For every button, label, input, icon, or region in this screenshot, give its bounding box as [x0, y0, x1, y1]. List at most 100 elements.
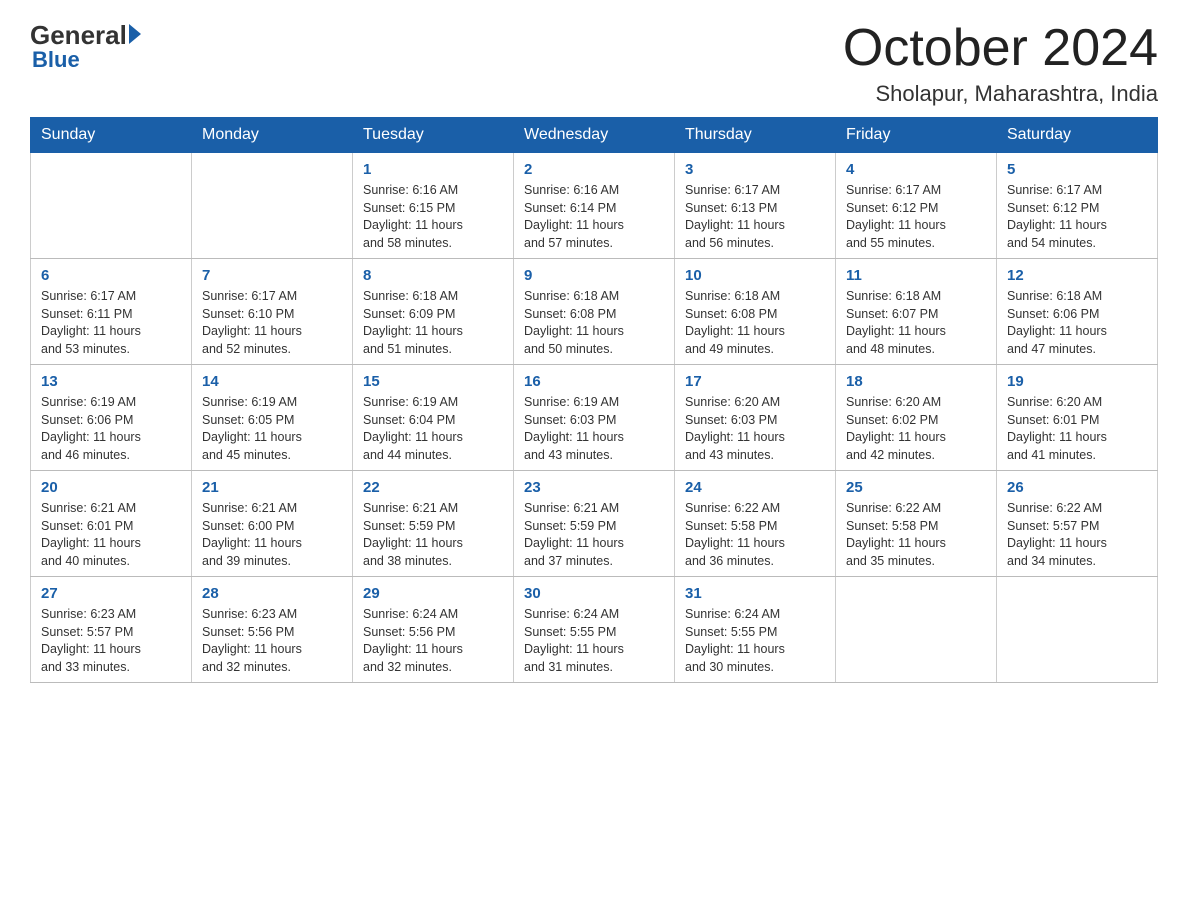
- day-info: Sunrise: 6:22 AMSunset: 5:58 PMDaylight:…: [685, 500, 825, 570]
- table-row: 6Sunrise: 6:17 AMSunset: 6:11 PMDaylight…: [31, 259, 192, 365]
- table-row: 21Sunrise: 6:21 AMSunset: 6:00 PMDayligh…: [192, 471, 353, 577]
- header-sunday: Sunday: [31, 118, 192, 153]
- day-number: 30: [524, 583, 664, 604]
- day-info: Sunrise: 6:24 AMSunset: 5:56 PMDaylight:…: [363, 606, 503, 676]
- table-row: 10Sunrise: 6:18 AMSunset: 6:08 PMDayligh…: [675, 259, 836, 365]
- table-row: 19Sunrise: 6:20 AMSunset: 6:01 PMDayligh…: [997, 365, 1158, 471]
- header-thursday: Thursday: [675, 118, 836, 153]
- day-info: Sunrise: 6:17 AMSunset: 6:10 PMDaylight:…: [202, 288, 342, 358]
- table-row: 24Sunrise: 6:22 AMSunset: 5:58 PMDayligh…: [675, 471, 836, 577]
- table-row: 7Sunrise: 6:17 AMSunset: 6:10 PMDaylight…: [192, 259, 353, 365]
- day-number: 28: [202, 583, 342, 604]
- calendar-header-row: Sunday Monday Tuesday Wednesday Thursday…: [31, 118, 1158, 153]
- table-row: 9Sunrise: 6:18 AMSunset: 6:08 PMDaylight…: [514, 259, 675, 365]
- day-number: 31: [685, 583, 825, 604]
- table-row: 16Sunrise: 6:19 AMSunset: 6:03 PMDayligh…: [514, 365, 675, 471]
- header-friday: Friday: [836, 118, 997, 153]
- table-row: 18Sunrise: 6:20 AMSunset: 6:02 PMDayligh…: [836, 365, 997, 471]
- table-row: 23Sunrise: 6:21 AMSunset: 5:59 PMDayligh…: [514, 471, 675, 577]
- calendar-week-row: 1Sunrise: 6:16 AMSunset: 6:15 PMDaylight…: [31, 153, 1158, 259]
- table-row: 13Sunrise: 6:19 AMSunset: 6:06 PMDayligh…: [31, 365, 192, 471]
- day-number: 17: [685, 371, 825, 392]
- day-number: 16: [524, 371, 664, 392]
- day-number: 15: [363, 371, 503, 392]
- day-number: 14: [202, 371, 342, 392]
- day-number: 25: [846, 477, 986, 498]
- day-info: Sunrise: 6:16 AMSunset: 6:15 PMDaylight:…: [363, 182, 503, 252]
- day-info: Sunrise: 6:23 AMSunset: 5:56 PMDaylight:…: [202, 606, 342, 676]
- table-row: 28Sunrise: 6:23 AMSunset: 5:56 PMDayligh…: [192, 577, 353, 683]
- page-header: General Blue October 2024 Sholapur, Maha…: [30, 20, 1158, 107]
- day-number: 22: [363, 477, 503, 498]
- table-row: 12Sunrise: 6:18 AMSunset: 6:06 PMDayligh…: [997, 259, 1158, 365]
- day-info: Sunrise: 6:21 AMSunset: 5:59 PMDaylight:…: [363, 500, 503, 570]
- table-row: 14Sunrise: 6:19 AMSunset: 6:05 PMDayligh…: [192, 365, 353, 471]
- day-info: Sunrise: 6:17 AMSunset: 6:12 PMDaylight:…: [1007, 182, 1147, 252]
- day-number: 21: [202, 477, 342, 498]
- day-info: Sunrise: 6:19 AMSunset: 6:05 PMDaylight:…: [202, 394, 342, 464]
- day-number: 6: [41, 265, 181, 286]
- table-row: [997, 577, 1158, 683]
- table-row: 8Sunrise: 6:18 AMSunset: 6:09 PMDaylight…: [353, 259, 514, 365]
- day-info: Sunrise: 6:17 AMSunset: 6:13 PMDaylight:…: [685, 182, 825, 252]
- day-number: 8: [363, 265, 503, 286]
- header-tuesday: Tuesday: [353, 118, 514, 153]
- calendar-week-row: 27Sunrise: 6:23 AMSunset: 5:57 PMDayligh…: [31, 577, 1158, 683]
- table-row: 3Sunrise: 6:17 AMSunset: 6:13 PMDaylight…: [675, 153, 836, 259]
- day-number: 9: [524, 265, 664, 286]
- table-row: 25Sunrise: 6:22 AMSunset: 5:58 PMDayligh…: [836, 471, 997, 577]
- calendar-week-row: 13Sunrise: 6:19 AMSunset: 6:06 PMDayligh…: [31, 365, 1158, 471]
- day-info: Sunrise: 6:21 AMSunset: 6:00 PMDaylight:…: [202, 500, 342, 570]
- table-row: 2Sunrise: 6:16 AMSunset: 6:14 PMDaylight…: [514, 153, 675, 259]
- table-row: 17Sunrise: 6:20 AMSunset: 6:03 PMDayligh…: [675, 365, 836, 471]
- calendar-week-row: 6Sunrise: 6:17 AMSunset: 6:11 PMDaylight…: [31, 259, 1158, 365]
- month-title: October 2024: [843, 20, 1158, 77]
- day-number: 12: [1007, 265, 1147, 286]
- day-info: Sunrise: 6:24 AMSunset: 5:55 PMDaylight:…: [524, 606, 664, 676]
- table-row: 30Sunrise: 6:24 AMSunset: 5:55 PMDayligh…: [514, 577, 675, 683]
- table-row: 1Sunrise: 6:16 AMSunset: 6:15 PMDaylight…: [353, 153, 514, 259]
- day-info: Sunrise: 6:18 AMSunset: 6:07 PMDaylight:…: [846, 288, 986, 358]
- day-info: Sunrise: 6:20 AMSunset: 6:01 PMDaylight:…: [1007, 394, 1147, 464]
- table-row: [31, 153, 192, 259]
- table-row: 31Sunrise: 6:24 AMSunset: 5:55 PMDayligh…: [675, 577, 836, 683]
- day-number: 26: [1007, 477, 1147, 498]
- day-info: Sunrise: 6:18 AMSunset: 6:08 PMDaylight:…: [685, 288, 825, 358]
- table-row: 15Sunrise: 6:19 AMSunset: 6:04 PMDayligh…: [353, 365, 514, 471]
- location-subtitle: Sholapur, Maharashtra, India: [843, 81, 1158, 107]
- day-number: 5: [1007, 159, 1147, 180]
- day-info: Sunrise: 6:17 AMSunset: 6:12 PMDaylight:…: [846, 182, 986, 252]
- day-info: Sunrise: 6:22 AMSunset: 5:58 PMDaylight:…: [846, 500, 986, 570]
- calendar-week-row: 20Sunrise: 6:21 AMSunset: 6:01 PMDayligh…: [31, 471, 1158, 577]
- day-info: Sunrise: 6:19 AMSunset: 6:03 PMDaylight:…: [524, 394, 664, 464]
- day-number: 10: [685, 265, 825, 286]
- day-number: 20: [41, 477, 181, 498]
- day-info: Sunrise: 6:20 AMSunset: 6:03 PMDaylight:…: [685, 394, 825, 464]
- header-monday: Monday: [192, 118, 353, 153]
- day-info: Sunrise: 6:19 AMSunset: 6:04 PMDaylight:…: [363, 394, 503, 464]
- day-info: Sunrise: 6:20 AMSunset: 6:02 PMDaylight:…: [846, 394, 986, 464]
- day-number: 13: [41, 371, 181, 392]
- table-row: 29Sunrise: 6:24 AMSunset: 5:56 PMDayligh…: [353, 577, 514, 683]
- day-number: 3: [685, 159, 825, 180]
- day-number: 11: [846, 265, 986, 286]
- logo-arrow-icon: [129, 24, 141, 44]
- day-info: Sunrise: 6:17 AMSunset: 6:11 PMDaylight:…: [41, 288, 181, 358]
- day-info: Sunrise: 6:18 AMSunset: 6:09 PMDaylight:…: [363, 288, 503, 358]
- table-row: 26Sunrise: 6:22 AMSunset: 5:57 PMDayligh…: [997, 471, 1158, 577]
- day-number: 23: [524, 477, 664, 498]
- title-area: October 2024 Sholapur, Maharashtra, Indi…: [843, 20, 1158, 107]
- day-info: Sunrise: 6:21 AMSunset: 5:59 PMDaylight:…: [524, 500, 664, 570]
- table-row: 5Sunrise: 6:17 AMSunset: 6:12 PMDaylight…: [997, 153, 1158, 259]
- day-info: Sunrise: 6:22 AMSunset: 5:57 PMDaylight:…: [1007, 500, 1147, 570]
- logo-blue-text: Blue: [32, 47, 80, 73]
- table-row: 22Sunrise: 6:21 AMSunset: 5:59 PMDayligh…: [353, 471, 514, 577]
- table-row: 20Sunrise: 6:21 AMSunset: 6:01 PMDayligh…: [31, 471, 192, 577]
- day-info: Sunrise: 6:23 AMSunset: 5:57 PMDaylight:…: [41, 606, 181, 676]
- table-row: [192, 153, 353, 259]
- header-wednesday: Wednesday: [514, 118, 675, 153]
- day-info: Sunrise: 6:18 AMSunset: 6:08 PMDaylight:…: [524, 288, 664, 358]
- day-number: 18: [846, 371, 986, 392]
- day-number: 1: [363, 159, 503, 180]
- table-row: [836, 577, 997, 683]
